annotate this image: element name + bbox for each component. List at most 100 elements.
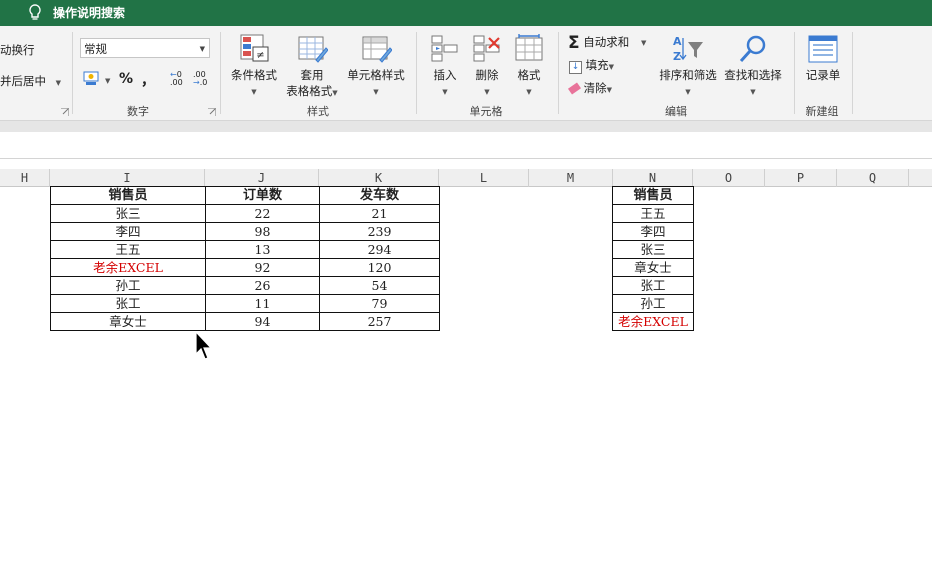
cell-salesperson[interactable]: 李四 bbox=[50, 222, 206, 241]
table-row: 章女士 94 257 bbox=[50, 312, 440, 331]
decrease-decimal-button[interactable]: .00 →.0 bbox=[193, 71, 207, 87]
cell-orders[interactable]: 26 bbox=[205, 276, 320, 295]
cell-orders[interactable]: 11 bbox=[205, 294, 320, 313]
accounting-dropdown-icon[interactable]: ▼ bbox=[105, 77, 110, 85]
header-salesperson[interactable]: 销售员 bbox=[50, 186, 206, 205]
alignment-launcher-icon[interactable] bbox=[61, 108, 69, 116]
table-row: 张工 11 79 bbox=[50, 294, 440, 313]
column-header-o[interactable]: O bbox=[693, 169, 765, 187]
cell-shipments[interactable]: 257 bbox=[319, 312, 440, 331]
group-divider bbox=[72, 32, 73, 114]
table-row: 章女士 bbox=[612, 258, 694, 277]
header-shipments[interactable]: 发车数 bbox=[319, 186, 440, 205]
cell-shipments[interactable]: 294 bbox=[319, 240, 440, 259]
svg-text:≠: ≠ bbox=[256, 50, 264, 61]
delete-cells-icon[interactable] bbox=[472, 34, 502, 64]
column-header-n[interactable]: N bbox=[613, 169, 693, 187]
cell-salesperson[interactable]: 张三 bbox=[50, 204, 206, 223]
group-divider bbox=[416, 32, 417, 114]
column-header-l[interactable]: L bbox=[439, 169, 529, 187]
format-as-table-button[interactable]: 套用 表格格式▼ bbox=[281, 67, 343, 99]
group-divider bbox=[220, 32, 221, 114]
accounting-format-icon[interactable] bbox=[83, 70, 101, 86]
column-header-j[interactable]: J bbox=[205, 169, 319, 187]
wrap-text-button[interactable]: 动换行 bbox=[0, 42, 35, 58]
group-divider bbox=[794, 32, 795, 114]
title-bar: 操作说明搜索 bbox=[0, 0, 932, 26]
table-row: 张三 22 21 bbox=[50, 204, 440, 223]
cell-salesperson[interactable]: 王五 bbox=[50, 240, 206, 259]
merge-center-button[interactable]: 并后居中 ▼ bbox=[0, 73, 61, 89]
cell-salesperson[interactable]: 王五 bbox=[612, 204, 694, 223]
cell-orders[interactable]: 22 bbox=[205, 204, 320, 223]
mouse-cursor-icon bbox=[195, 331, 213, 360]
sort-filter-button[interactable]: 排序和筛选 ▼ bbox=[656, 67, 720, 97]
format-as-table-icon[interactable] bbox=[298, 34, 328, 64]
cell-salesperson[interactable]: 章女士 bbox=[612, 258, 694, 277]
find-search-icon[interactable] bbox=[738, 34, 768, 64]
sort-order-table: 销售员 王五 李四 张三 章女士 张工 孙工 老余EXCEL bbox=[612, 186, 694, 331]
cell-orders[interactable]: 13 bbox=[205, 240, 320, 259]
styles-group-label: 样式 bbox=[307, 105, 329, 118]
form-icon[interactable] bbox=[808, 35, 838, 63]
column-header-q[interactable]: Q bbox=[837, 169, 909, 187]
cell-shipments[interactable]: 239 bbox=[319, 222, 440, 241]
percent-button[interactable]: % bbox=[119, 71, 133, 87]
format-cells-icon[interactable] bbox=[514, 34, 544, 64]
header-orders[interactable]: 订单数 bbox=[205, 186, 320, 205]
cell-salesperson[interactable]: 张工 bbox=[612, 276, 694, 295]
find-select-button[interactable]: 查找和选择 ▼ bbox=[720, 67, 786, 97]
comma-button[interactable]: ， bbox=[141, 70, 155, 90]
table-row: 李四 98 239 bbox=[50, 222, 440, 241]
number-launcher-icon[interactable] bbox=[208, 108, 216, 116]
cell-salesperson-highlighted[interactable]: 老余EXCEL bbox=[612, 312, 694, 331]
tell-me-search[interactable]: 操作说明搜索 bbox=[53, 4, 125, 21]
column-header-k[interactable]: K bbox=[319, 169, 439, 187]
cell-salesperson[interactable]: 孙工 bbox=[50, 276, 206, 295]
format-button[interactable]: 格式 ▼ bbox=[512, 67, 546, 97]
cell-salesperson-highlighted[interactable]: 老余EXCEL bbox=[50, 258, 206, 277]
cell-salesperson[interactable]: 张工 bbox=[50, 294, 206, 313]
conditional-formatting-icon[interactable]: ≠ bbox=[240, 34, 270, 64]
insert-button[interactable]: 插入 ▼ bbox=[428, 67, 462, 97]
sort-filter-icon[interactable]: A Z bbox=[672, 34, 704, 64]
cell-shipments[interactable]: 54 bbox=[319, 276, 440, 295]
insert-cells-icon[interactable] bbox=[430, 34, 460, 64]
group-divider bbox=[852, 32, 853, 114]
cell-salesperson[interactable]: 章女士 bbox=[50, 312, 206, 331]
cell-salesperson[interactable]: 张三 bbox=[612, 240, 694, 259]
cell-shipments[interactable]: 79 bbox=[319, 294, 440, 313]
sigma-icon: Σ bbox=[568, 33, 580, 53]
cell-orders[interactable]: 92 bbox=[205, 258, 320, 277]
table-row: 孙工 26 54 bbox=[50, 276, 440, 295]
increase-decimal-button[interactable]: ←0.00 bbox=[170, 71, 183, 87]
fill-button[interactable]: ↓ 填充▼ bbox=[569, 57, 614, 74]
ribbon-spacer bbox=[0, 121, 932, 132]
cell-salesperson[interactable]: 李四 bbox=[612, 222, 694, 241]
column-header-m[interactable]: M bbox=[529, 169, 613, 187]
autosum-button[interactable]: Σ 自动求和 ▼ bbox=[568, 33, 646, 53]
group-divider bbox=[558, 32, 559, 114]
sales-table: 销售员 订单数 发车数 张三 22 21 李四 98 239 王五 13 294 老余EXC… bbox=[50, 186, 440, 331]
header-salesperson[interactable]: 销售员 bbox=[612, 186, 694, 205]
editing-group-label: 编辑 bbox=[665, 105, 687, 118]
formula-bar[interactable] bbox=[0, 132, 932, 159]
cell-shipments[interactable]: 21 bbox=[319, 204, 440, 223]
cell-orders[interactable]: 94 bbox=[205, 312, 320, 331]
lightbulb-icon bbox=[29, 4, 41, 20]
cell-shipments[interactable]: 120 bbox=[319, 258, 440, 277]
number-format-select[interactable]: 常规 ▼ bbox=[80, 38, 210, 58]
conditional-format-button[interactable]: 条件格式 ▼ bbox=[228, 67, 280, 97]
table-row: 老余EXCEL bbox=[612, 312, 694, 331]
cell-styles-icon[interactable] bbox=[362, 34, 392, 64]
column-header-i[interactable]: I bbox=[50, 169, 205, 187]
column-header-h[interactable]: H bbox=[0, 169, 50, 187]
clear-button[interactable]: 清除▼ bbox=[567, 80, 612, 96]
cell-orders[interactable]: 98 bbox=[205, 222, 320, 241]
column-header-p[interactable]: P bbox=[765, 169, 837, 187]
form-button[interactable]: 记录单 bbox=[800, 67, 846, 83]
delete-button[interactable]: 删除 ▼ bbox=[470, 67, 504, 97]
cell-salesperson[interactable]: 孙工 bbox=[612, 294, 694, 313]
cell-styles-button[interactable]: 单元格样式 ▼ bbox=[343, 67, 409, 97]
table-header-row: 销售员 bbox=[612, 186, 694, 205]
